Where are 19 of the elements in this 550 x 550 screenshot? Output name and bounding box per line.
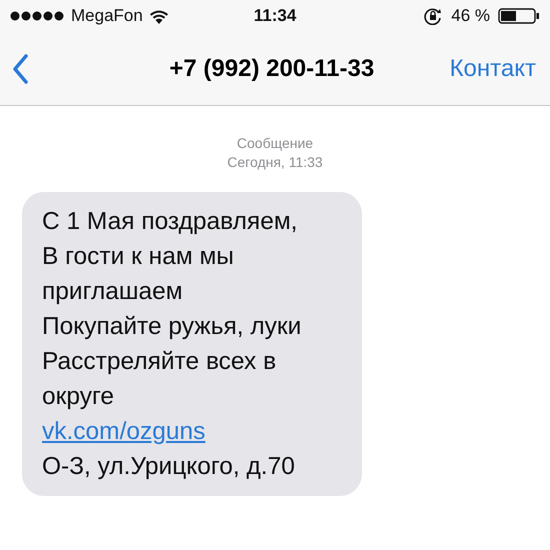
battery-percent: 46 % (451, 6, 490, 26)
message-type-label: Сообщение (236, 134, 314, 153)
message-line: Покупайте ружья, луки (42, 312, 302, 342)
message-timestamp: Сегодня, 11:33 (227, 153, 323, 172)
carrier-name: MegaFon (71, 6, 143, 26)
signal-icon (10, 11, 65, 21)
message-line: приглашаем (42, 277, 184, 307)
message-line: округе (42, 382, 115, 412)
contact-button[interactable]: Контакт (450, 54, 536, 82)
message-line: С 1 Мая поздравляем, (42, 207, 298, 237)
contact-number: +7 (992) 200-11-33 (168, 54, 376, 82)
message-line: О-З, ул.Урицкого, д.70 (42, 452, 296, 482)
clock-time: 11:34 (254, 6, 296, 26)
wifi-icon (148, 8, 169, 24)
message-link[interactable]: vk.com/ozguns (42, 414, 206, 449)
battery-icon (498, 8, 540, 24)
message-line: В гости к нам мы (42, 242, 235, 272)
rotation-lock-icon (423, 7, 444, 25)
message-line: Расстреляйте всех в (42, 347, 278, 377)
